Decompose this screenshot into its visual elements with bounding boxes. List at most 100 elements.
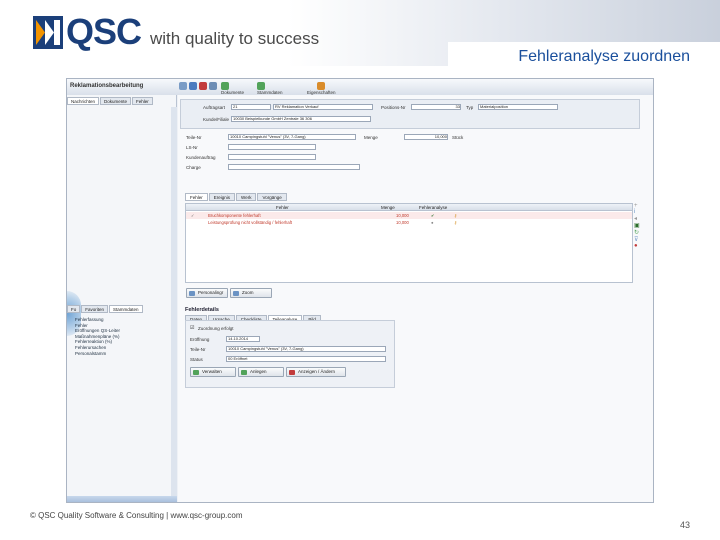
tab-fehler-main[interactable]: Fehler: [185, 193, 208, 201]
anlegen-button[interactable]: Anlegen: [238, 367, 284, 377]
zoom-button[interactable]: Zoom: [230, 288, 272, 298]
left-tabs: Nachrichten Dokumente Fehler: [67, 97, 154, 105]
teile-label: Teile-Nr: [186, 135, 202, 140]
detail-title: Fehlerdetails: [185, 307, 219, 313]
kunden-field[interactable]: [228, 154, 316, 160]
tab-werk[interactable]: Werk: [236, 193, 257, 201]
positions-label: Positions-Nr: [381, 105, 406, 110]
nav-tabs: Fo Favoriten Stammdaten: [67, 305, 144, 313]
typ-label: Typ: [466, 105, 474, 110]
fehler-grid: Fehler Menge Fehleranalyse ✓ Bruchkompon…: [185, 203, 633, 283]
kunde-field[interactable]: 10030 Beispielkunde GmbH Zentrale 36 306: [231, 116, 371, 122]
detail-panel: ☑ Zuordnung erfolgt Eröffnung 14.10.2014…: [185, 320, 395, 388]
col-menge[interactable]: Menge: [381, 205, 395, 210]
row-menge: 10,000: [396, 213, 409, 218]
checkbox-label: Zuordnung erfolgt: [198, 326, 234, 331]
menge-unit: Stück: [452, 135, 464, 140]
status-select[interactable]: 00 Eröffnet: [226, 356, 386, 362]
charge-label: Charge: [186, 165, 201, 170]
tab-fehler[interactable]: Fehler: [132, 97, 153, 105]
app-window: Reklamationsbearbeitung Dokumente Stammd…: [66, 78, 654, 503]
kunde-label: Kunde/Filiale: [203, 117, 230, 122]
tree-item[interactable]: Eröffnungen QS-Leiter: [75, 328, 120, 334]
key-icon[interactable]: ⚷: [454, 212, 457, 219]
tab-favoriten[interactable]: Favoriten: [81, 305, 109, 313]
tool-icon[interactable]: ▣: [634, 222, 648, 229]
analysis-icon[interactable]: ●: [431, 219, 434, 226]
edit-icon: [289, 370, 295, 375]
row-fehler: Leistungsprüfung nicht vollständig / feh…: [208, 220, 293, 225]
logo-text: QSC: [66, 11, 142, 52]
teile-field[interactable]: 10010 Campingstuhl "Venus" (3V, 7-Gang): [228, 134, 356, 140]
properties-icon[interactable]: [317, 82, 325, 90]
auftragsart-label: Auftragsart: [203, 105, 226, 110]
tab-fo[interactable]: Fo: [67, 305, 81, 313]
tab-dokumente[interactable]: Dokumente: [100, 97, 132, 105]
auftragsart-field[interactable]: 21: [231, 104, 271, 110]
person-icon: [189, 291, 195, 296]
header-box: Auftragsart 21 RV Reklamation Verkauf Po…: [180, 99, 640, 129]
col-fehler[interactable]: Fehler: [276, 205, 289, 210]
navigation-pane: Fo Favoriten Stammdaten Fehlerfassung Fe…: [67, 305, 177, 502]
personalingr-button[interactable]: Personalingr: [186, 288, 228, 298]
horizontal-scrollbar[interactable]: [67, 496, 177, 502]
back-icon[interactable]: [189, 82, 197, 90]
manage-icon: [193, 370, 199, 375]
main-pane: Auftragsart 21 RV Reklamation Verkauf Po…: [178, 95, 653, 502]
app-toolbar: Reklamationsbearbeitung Dokumente Stammd…: [67, 79, 653, 95]
checkbox-icon[interactable]: ☑: [190, 325, 194, 331]
refresh-icon[interactable]: ↻: [634, 229, 648, 236]
grid-header: Fehler Menge Fehleranalyse: [186, 204, 632, 211]
menge-field[interactable]: 10,000: [404, 134, 448, 140]
key-icon[interactable]: ⚷: [454, 219, 457, 226]
menge-label: Menge: [364, 135, 378, 140]
status-label: Status: [190, 357, 203, 362]
qsc-logo-icon: [33, 16, 63, 49]
grid-side-tools: + i ◂ ▣ ↻ ⊽ ●: [634, 203, 648, 283]
typ-select[interactable]: Materialposition: [478, 104, 558, 110]
main-tabs: Fehler Ereignis Werk Vorgänge: [185, 193, 288, 201]
save-icon[interactable]: [179, 82, 187, 90]
verwalten-button[interactable]: Verwalten: [190, 367, 236, 377]
table-row[interactable]: ✓ Bruchkomponente fehlerhaft 10,000 ✔ ⚷: [186, 212, 632, 219]
detail-teile-label: Teile-Nr: [190, 347, 206, 352]
auftragsart-select[interactable]: RV Reklamation Verkauf: [273, 104, 373, 110]
print-icon[interactable]: [209, 82, 217, 90]
anzeigen-button[interactable]: Anzeigen / Ändern: [286, 367, 346, 377]
analysis-icon[interactable]: ✔: [431, 212, 435, 219]
stop-icon[interactable]: ●: [634, 243, 648, 249]
tab-stammdaten[interactable]: Stammdaten: [109, 305, 143, 313]
left-pane: Nachrichten Dokumente Fehler Fo Favorite…: [67, 95, 177, 502]
page-number: 43: [679, 520, 690, 530]
zoom-icon: [233, 291, 239, 296]
vertical-scrollbar[interactable]: [171, 107, 177, 497]
navigation-tree: Fehlerfassung Fehler Eröffnungen QS-Leit…: [75, 317, 120, 356]
col-fehleranalyse[interactable]: Fehleranalyse: [419, 205, 447, 210]
tab-nachrichten[interactable]: Nachrichten: [67, 97, 100, 105]
tagline: with quality to success: [150, 29, 320, 48]
tab-ereignis[interactable]: Ereignis: [208, 193, 236, 201]
footer: © QSC Quality Software & Consulting | ww…: [30, 511, 243, 520]
filter-icon[interactable]: ⊽: [634, 236, 648, 243]
tree-item[interactable]: Personalstamm: [75, 351, 120, 357]
charge-field[interactable]: [228, 164, 360, 170]
row-menge: 10,000: [396, 220, 409, 225]
arrow-icon[interactable]: ◂: [634, 215, 648, 222]
eroeffnung-field[interactable]: 14.10.2014: [226, 336, 260, 342]
eroeffnung-label: Eröffnung: [190, 337, 210, 342]
master-data-icon[interactable]: [257, 82, 265, 90]
tab-vorgaenge[interactable]: Vorgänge: [257, 193, 287, 201]
table-row[interactable]: Leistungsprüfung nicht vollständig / feh…: [186, 219, 632, 226]
create-icon: [241, 370, 247, 375]
lsnr-field[interactable]: [228, 144, 316, 150]
slide-title: Fehleranalyse zuordnen: [518, 48, 690, 65]
row-fehler: Bruchkomponente fehlerhaft: [208, 213, 261, 218]
check-icon: ✓: [191, 213, 195, 218]
kunden-label: Kundenauftrag: [186, 155, 216, 160]
lsnr-label: LS-Nr: [186, 145, 198, 150]
documents-icon[interactable]: [221, 82, 229, 90]
window-title: Reklamationsbearbeitung: [70, 83, 144, 89]
delete-icon[interactable]: [199, 82, 207, 90]
detail-teile-field[interactable]: 10010 Campingstuhl "Venus" (3V, 7-Gang): [226, 346, 386, 352]
positions-field[interactable]: 33: [411, 104, 461, 110]
